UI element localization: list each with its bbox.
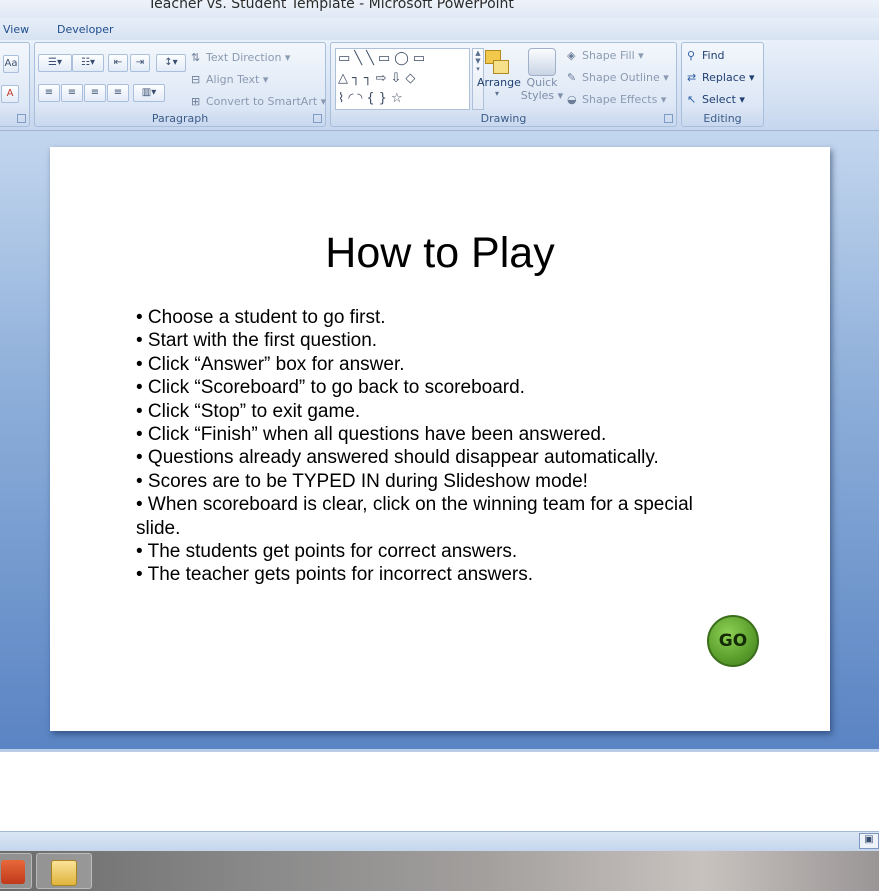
bullets-icon[interactable]: ☰▾ <box>38 54 72 72</box>
shapes-gallery-icon[interactable]: ▭╲╲▭◯▭ △┐┐⇨⇩◇ ⌇◜◝{}☆ <box>335 48 470 110</box>
quick-styles-button[interactable]: Quick Styles ▾ <box>520 48 564 102</box>
bullet-item: • The students get points for correct an… <box>136 541 518 563</box>
increase-indent-icon[interactable]: ⇥ <box>130 54 150 72</box>
arrange-icon <box>483 48 511 76</box>
drawing-group: ▭╲╲▭◯▭ △┐┐⇨⇩◇ ⌇◜◝{}☆ ▲ ▼ ▾ Arrange ▾ Quick… <box>330 42 677 127</box>
bullet-item: • Start with the first question. <box>136 330 378 352</box>
arrange-button[interactable]: Arrange ▾ <box>477 48 521 98</box>
bullet-item: • Click “Answer” box for answer. <box>136 353 405 375</box>
paragraph-group-label: Paragraph <box>151 112 209 125</box>
text-direction-icon: ⇅ <box>191 51 201 64</box>
shape-outline-icon: ✎ <box>567 71 577 84</box>
decrease-indent-icon[interactable]: ⇤ <box>108 54 128 72</box>
replace-button[interactable]: ⇄ Replace ▾ <box>687 71 755 84</box>
align-right-icon[interactable]: ≡ <box>84 84 106 102</box>
paragraph-launcher-icon[interactable] <box>313 114 322 123</box>
align-text-button[interactable]: ⊟ Align Text ▾ <box>191 73 268 86</box>
replace-icon: ⇄ <box>687 71 697 84</box>
bullet-item: • Click “Scoreboard” to go back to score… <box>136 377 525 399</box>
title-bar: Teacher vs. Student Template - Microsoft… <box>0 0 879 18</box>
line-spacing-icon[interactable]: ↕▾ <box>156 54 186 72</box>
normal-view-icon[interactable]: ▣ <box>859 833 879 849</box>
bullet-item: • Choose a student to go first. <box>136 307 386 328</box>
slide-title[interactable]: How to Play <box>50 229 830 278</box>
shape-fill-button[interactable]: ◈ Shape Fill ▾ <box>567 49 644 62</box>
center-icon[interactable]: ≡ <box>61 84 83 102</box>
bullet-item: • The teacher gets points for incorrect … <box>136 564 534 586</box>
shape-effects-icon: ◒ <box>567 93 577 106</box>
columns-icon[interactable]: ▥▾ <box>133 84 165 102</box>
status-bar: ▣ <box>0 831 879 851</box>
change-case-icon[interactable]: Aa <box>3 55 19 73</box>
paragraph-group: ☰▾ ☷▾ ⇤ ⇥ ↕▾ ≡ ≡ ≡ ≡ ▥▾ ⇅ Text Direction … <box>34 42 326 127</box>
bullet-item: • When scoreboard is clear, click on the… <box>136 494 693 539</box>
taskbar-explorer[interactable] <box>36 853 92 889</box>
font-group-partial: Aa A <box>0 42 30 127</box>
tab-developer[interactable]: Developer <box>57 23 114 36</box>
window-title: Teacher vs. Student Template - Microsoft… <box>148 0 514 12</box>
select-button[interactable]: ↖ Select ▾ <box>687 93 745 106</box>
editing-group-label: Editing <box>703 112 742 125</box>
slide-bullet-list[interactable]: • Choose a student to go first. • Start … <box>136 306 736 587</box>
text-direction-button[interactable]: ⇅ Text Direction ▾ <box>191 51 290 64</box>
numbering-icon[interactable]: ☷▾ <box>72 54 104 72</box>
bullet-item: • Scores are to be TYPED IN during Slide… <box>136 470 588 492</box>
taskbar <box>0 851 879 891</box>
drawing-launcher-icon[interactable] <box>664 114 673 123</box>
slide-canvas[interactable]: How to Play • Choose a student to go fir… <box>50 147 830 731</box>
ribbon-tabs: View Developer <box>0 18 879 42</box>
align-text-icon: ⊟ <box>191 73 201 86</box>
drawing-group-label: Drawing <box>480 112 527 125</box>
font-launcher-icon[interactable] <box>17 114 26 123</box>
folder-icon <box>51 860 77 886</box>
find-icon: ⚲ <box>687 49 696 62</box>
notes-pane[interactable] <box>0 749 879 831</box>
shape-fill-icon: ◈ <box>567 49 576 62</box>
justify-icon[interactable]: ≡ <box>107 84 129 102</box>
powerpoint-icon <box>1 860 25 884</box>
smartart-icon: ⊞ <box>191 95 201 108</box>
select-icon: ↖ <box>687 93 697 106</box>
shape-outline-button[interactable]: ✎ Shape Outline ▾ <box>567 71 669 84</box>
find-button[interactable]: ⚲ Find <box>687 49 725 62</box>
editing-group: ⚲ Find ⇄ Replace ▾ ↖ Select ▾ Editing <box>681 42 764 127</box>
bullet-item: • Click “Stop” to exit game. <box>136 400 361 422</box>
go-button[interactable]: GO <box>707 615 759 667</box>
shape-effects-button[interactable]: ◒ Shape Effects ▾ <box>567 93 666 106</box>
bullet-item: • Click “Finish” when all questions have… <box>136 424 607 446</box>
quick-styles-icon <box>528 48 556 76</box>
tab-view[interactable]: View <box>3 23 29 36</box>
taskbar-powerpoint[interactable] <box>0 853 32 889</box>
ribbon: Aa A ☰▾ ☷▾ ⇤ ⇥ ↕▾ ≡ ≡ ≡ ≡ ▥▾ ⇅ Text Direc… <box>0 40 879 131</box>
convert-smartart-button[interactable]: ⊞ Convert to SmartArt ▾ <box>191 95 326 108</box>
align-left-icon[interactable]: ≡ <box>38 84 60 102</box>
bullet-item: • Questions already answered should disa… <box>136 447 659 469</box>
font-color-icon[interactable]: A <box>1 85 19 103</box>
